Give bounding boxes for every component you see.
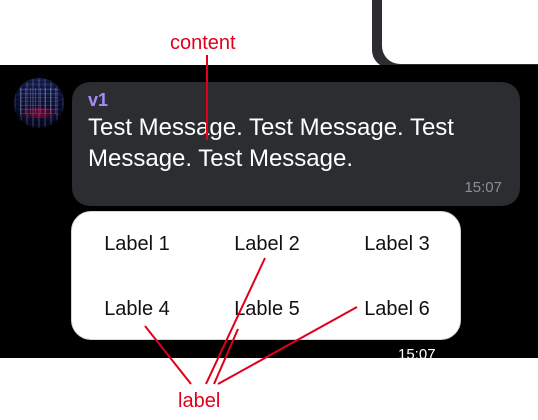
keyboard-timestamp: 15:07 [398,347,436,358]
bottom-white-area [0,358,538,420]
inline-button-label-2[interactable]: Label 2 [207,224,327,264]
message-timestamp: 15:07 [464,179,502,196]
inline-button-label-6[interactable]: Label 6 [337,289,457,329]
sender-name: v1 [88,90,109,110]
annotation-label-label: label [178,390,221,412]
message-content: Test Message. Test Message. Test Message… [88,114,454,172]
message-bubble[interactable]: v1 Test Message. Test Message. Test Mess… [72,82,520,206]
inline-button-label-3[interactable]: Label 3 [337,224,457,264]
inline-button-lable-5[interactable]: Lable 5 [207,289,327,329]
inline-button-label-1[interactable]: Label 1 [77,224,197,264]
sender-avatar[interactable] [14,78,64,128]
previous-message-bubble-fragment [372,0,538,68]
inline-keyboard: Label 1 Label 2 Label 3 Lable 4 Lable 5 … [71,211,461,340]
annotation-content-label: content [170,32,236,54]
inline-button-lable-4[interactable]: Lable 4 [77,289,197,329]
